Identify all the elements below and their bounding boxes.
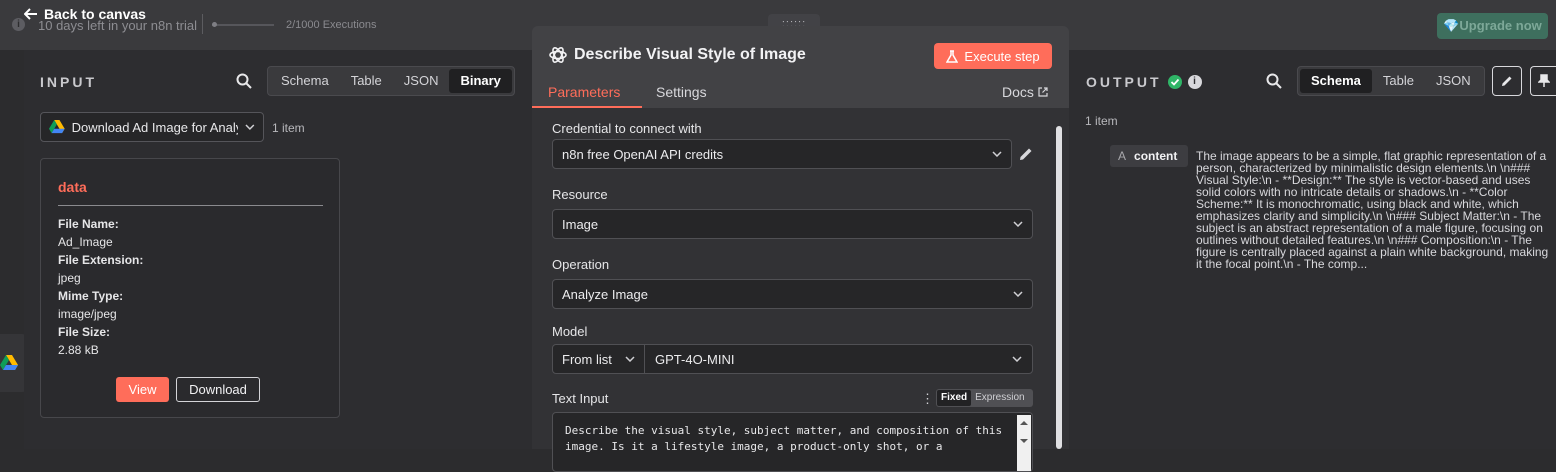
- google-drive-icon: [49, 120, 65, 134]
- toggle-expression[interactable]: Expression: [971, 390, 1028, 406]
- edit-output-button[interactable]: [1492, 66, 1522, 96]
- chevron-down-icon: [625, 356, 635, 362]
- operation-select[interactable]: Analyze Image: [552, 279, 1033, 309]
- options-kebab-icon[interactable]: ⋮: [921, 391, 934, 407]
- success-check-icon: [1167, 75, 1182, 89]
- tab-parameters[interactable]: Parameters: [548, 84, 620, 100]
- field-value: The image appears to be a simple, flat g…: [1196, 149, 1549, 271]
- node-parameters-panel: Describe Visual Style of Image Execute s…: [532, 26, 1069, 472]
- tab-settings[interactable]: Settings: [656, 84, 707, 100]
- tab-table[interactable]: Table: [1372, 69, 1425, 93]
- flask-icon: [946, 49, 959, 63]
- schema-field-pill: A content: [1110, 145, 1188, 167]
- mime-label: Mime Type:: [58, 289, 124, 303]
- toggle-fixed[interactable]: Fixed: [937, 390, 972, 406]
- chevron-down-icon: [1012, 356, 1022, 362]
- pin-data-button[interactable]: [1530, 66, 1556, 96]
- divider: [58, 205, 323, 206]
- pin-icon: [1537, 74, 1550, 87]
- search-icon[interactable]: [1266, 73, 1282, 89]
- arrow-up-icon: [1020, 421, 1028, 425]
- model-label: Model: [552, 324, 588, 339]
- tab-schema[interactable]: Schema: [1300, 69, 1372, 93]
- chevron-down-icon: [1013, 221, 1023, 227]
- item-count: 1 item: [272, 121, 305, 135]
- string-type-icon: A: [1118, 149, 1127, 163]
- progress-dot: [212, 22, 217, 27]
- file-ext-label: File Extension:: [58, 253, 144, 267]
- node-title: Describe Visual Style of Image: [574, 46, 806, 63]
- tab-json[interactable]: JSON: [1425, 69, 1482, 93]
- model-selector: From list GPT-4O-MINI: [552, 344, 1033, 374]
- output-item-count: 1 item: [1085, 114, 1118, 128]
- tab-binary[interactable]: Binary: [449, 69, 512, 93]
- arrow-down-icon: [1020, 439, 1028, 443]
- arrow-left-icon: [24, 8, 37, 20]
- docs-link[interactable]: Docs: [1002, 84, 1048, 100]
- external-link-icon: [1038, 87, 1048, 97]
- executions-progress: [212, 24, 274, 26]
- view-button[interactable]: View: [116, 377, 169, 402]
- file-name-label: File Name:: [58, 217, 119, 231]
- output-title: OUTPUT: [1086, 74, 1162, 90]
- operation-label: Operation: [552, 257, 610, 272]
- node-select-label: Download Ad Image for Analysis: [71, 119, 239, 135]
- tab-json[interactable]: JSON: [393, 69, 450, 93]
- size-label: File Size:: [58, 325, 111, 339]
- credential-select[interactable]: n8n free OpenAI API credits: [552, 139, 1012, 169]
- credential-label: Credential to connect with: [552, 121, 702, 136]
- input-node-select[interactable]: Download Ad Image for Analysis: [40, 112, 264, 142]
- field-name: content: [1134, 149, 1178, 163]
- execute-step-button[interactable]: Execute step: [934, 43, 1052, 69]
- search-icon[interactable]: [236, 73, 252, 89]
- binary-data-card: data File Name: Ad_Image File Extension:…: [40, 158, 340, 418]
- executions-count: 2/1000 Executions: [286, 19, 377, 31]
- chevron-down-icon: [1013, 291, 1023, 297]
- resource-select[interactable]: Image: [552, 209, 1033, 239]
- mime-value: image/jpeg: [58, 307, 117, 321]
- upgrade-button[interactable]: 💎Upgrade now: [1437, 13, 1548, 39]
- divider: [202, 14, 203, 34]
- file-ext-value: jpeg: [58, 271, 81, 285]
- model-mode-select[interactable]: From list: [553, 345, 645, 373]
- output-panel: OUTPUT i Schema Table JSON 1 item A cont…: [1068, 50, 1556, 449]
- textarea-scrollbar[interactable]: [1017, 415, 1031, 471]
- fixed-expression-toggle: Fixed Expression: [936, 389, 1033, 407]
- back-to-canvas-link[interactable]: Back to canvas: [24, 6, 146, 22]
- scrollbar[interactable]: [1056, 126, 1062, 449]
- download-button[interactable]: Download: [176, 377, 260, 402]
- tab-schema[interactable]: Schema: [270, 69, 340, 93]
- input-view-tabs: Schema Table JSON Binary: [267, 66, 515, 96]
- tab-table[interactable]: Table: [340, 69, 393, 93]
- chevron-down-icon: [992, 151, 1002, 157]
- input-panel: INPUT Schema Table JSON Binary Download …: [24, 50, 532, 449]
- openai-icon: [549, 47, 567, 63]
- google-drive-icon: [0, 355, 18, 370]
- binary-title: data: [58, 179, 87, 195]
- edit-credential-icon[interactable]: [1018, 146, 1034, 162]
- output-header: OUTPUT i: [1086, 74, 1202, 90]
- text-input-value: Describe the visual style, subject matte…: [565, 424, 1003, 453]
- gem-icon: 💎: [1443, 18, 1460, 33]
- file-name-value: Ad_Image: [58, 235, 113, 249]
- model-select[interactable]: GPT-4O-MINI: [645, 345, 1032, 373]
- info-icon[interactable]: i: [1187, 75, 1202, 89]
- chevron-down-icon: [245, 124, 255, 130]
- text-input-field[interactable]: Describe the visual style, subject matte…: [552, 412, 1033, 472]
- text-input-label: Text Input: [552, 391, 609, 406]
- input-title: INPUT: [40, 74, 97, 90]
- pencil-icon: [1502, 76, 1512, 86]
- resource-label: Resource: [552, 187, 608, 202]
- output-view-tabs: Schema Table JSON: [1297, 66, 1485, 96]
- size-value: 2.88 kB: [58, 343, 99, 357]
